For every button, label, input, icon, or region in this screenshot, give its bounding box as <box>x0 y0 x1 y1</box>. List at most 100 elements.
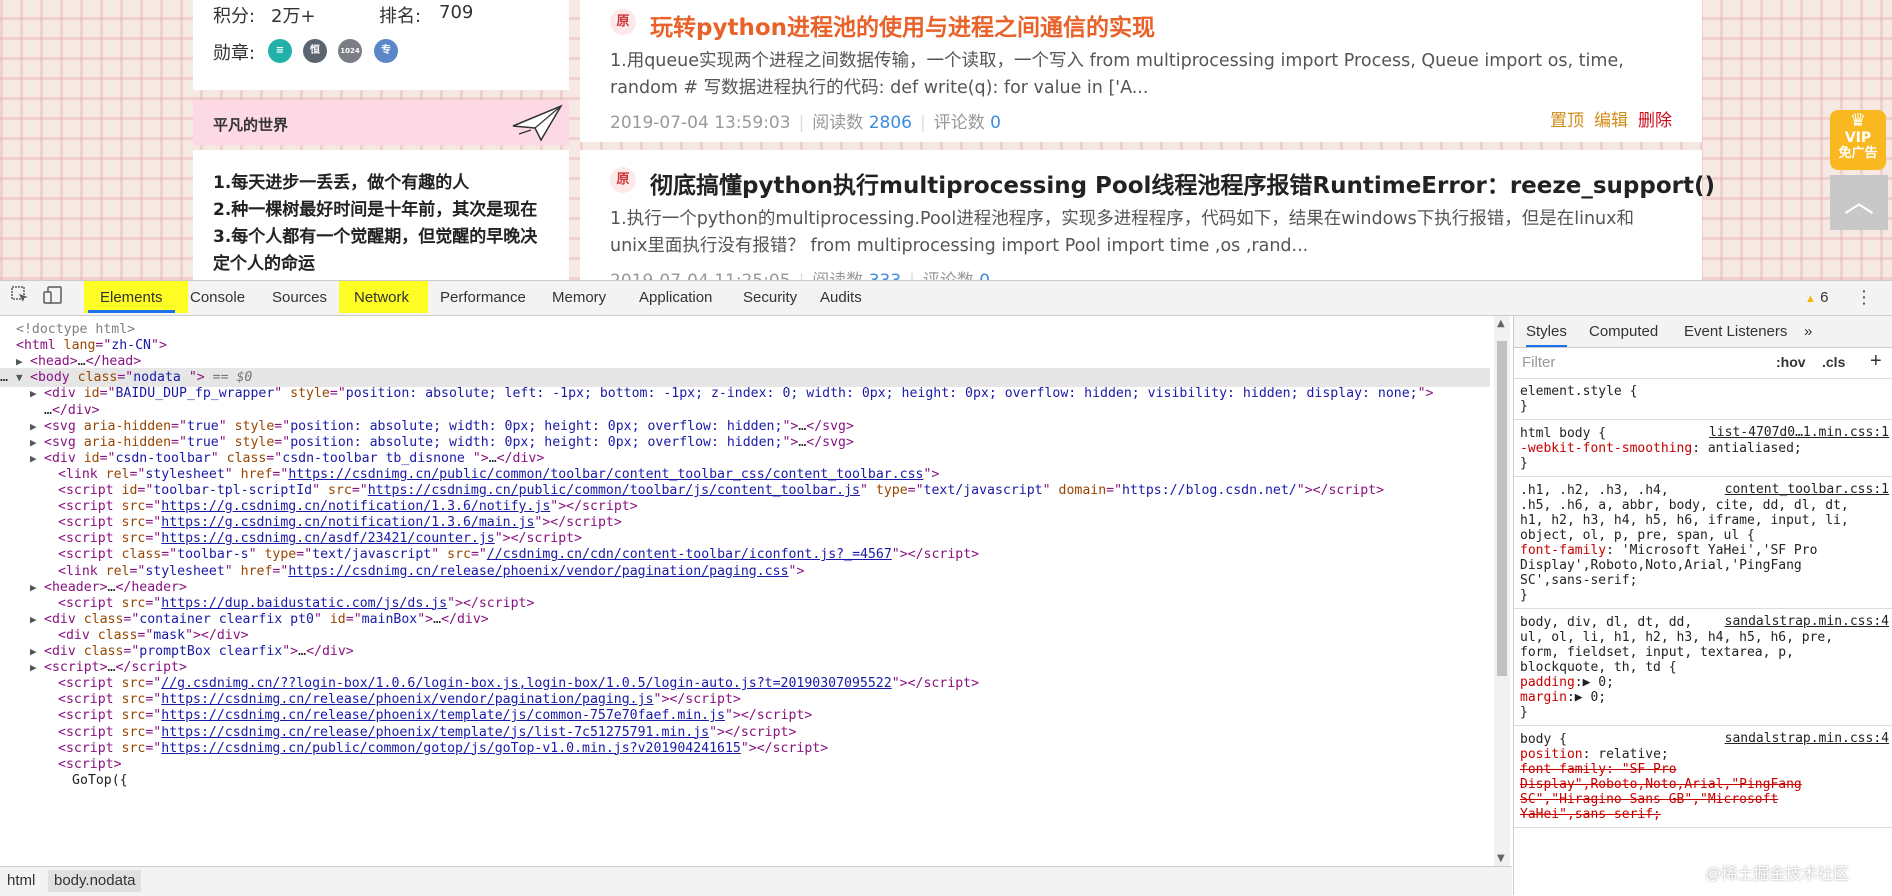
reads-count: 2806 <box>868 113 912 133</box>
expand-toggle-icon[interactable]: ▼ <box>16 368 23 387</box>
css-rule[interactable]: .h1, .h2, .h3, .h4, .h5, .h6, a, abbr, bo… <box>1514 478 1892 609</box>
points-label: 积分: <box>213 6 256 27</box>
rank-label: 排名: <box>379 6 422 27</box>
filter-input[interactable]: Filter <box>1522 354 1555 371</box>
new-rule-button[interactable]: + <box>1870 350 1882 373</box>
pin-button[interactable]: 置顶 <box>1550 111 1584 131</box>
article-title[interactable]: 彻底搞懂python执行multiprocessing Pool线程池程序报错R… <box>650 166 1715 200</box>
tab-computed[interactable]: Computed <box>1589 323 1658 340</box>
dom-tree-scrollbar[interactable]: ▲ ▼ <box>1494 316 1510 866</box>
css-rule-line: SC',sans-serif; <box>1520 573 1638 588</box>
tab-sources[interactable]: Sources <box>260 281 339 315</box>
tab-label: Network <box>354 289 410 306</box>
original-badge: 原 <box>610 167 636 193</box>
chevron-up-icon: ︿ <box>1844 185 1874 220</box>
tab-label: Sources <box>272 289 328 306</box>
expand-toggle-icon[interactable]: ▶ <box>30 610 37 629</box>
css-rule[interactable]: html body { -webkit-font-smoothing: anti… <box>1514 421 1892 477</box>
tab-performance[interactable]: Performance <box>428 281 538 315</box>
styles-pane: Styles Computed Event Listeners » Filter… <box>1513 316 1892 895</box>
tab-label: Security <box>743 289 798 306</box>
css-rule[interactable]: body { position: relative; font-family: … <box>1514 727 1892 828</box>
back-to-top-button[interactable]: ︿ <box>1830 175 1888 230</box>
tab-console[interactable]: Console <box>178 281 257 315</box>
delete-button[interactable]: 删除 <box>1638 111 1672 131</box>
medal-icon-3[interactable]: 1024 <box>338 39 362 63</box>
medal-icon-2[interactable]: 恒 <box>303 39 327 63</box>
medal-icon-1[interactable]: ≡ <box>268 39 292 63</box>
css-rule-line: } <box>1520 588 1528 603</box>
original-badge: 原 <box>610 9 636 35</box>
css-source-link[interactable]: sandalstrap.min.css:4 <box>1725 614 1889 629</box>
reads-count: 333 <box>869 271 901 280</box>
tab-styles[interactable]: Styles <box>1526 323 1567 347</box>
comments-label: 评论数 <box>923 271 974 280</box>
edit-button[interactable]: 编辑 <box>1594 111 1628 131</box>
article-date: 2019-07-04 13:59:03 <box>610 113 791 133</box>
comments-count: 0 <box>990 113 1001 133</box>
hover-state-toggle[interactable]: :hov <box>1776 354 1806 370</box>
article-meta: 2019-07-04 11:25:05|阅读数 333|评论数 0 <box>610 266 990 280</box>
tab-label: Audits <box>820 289 862 306</box>
styles-tabs: Styles Computed Event Listeners » <box>1514 316 1892 348</box>
vip-label: VIP <box>1844 130 1872 146</box>
article-desc: 1.执行一个python的multiprocessing.Pool进程池程序，实… <box>610 209 1634 256</box>
scroll-down-icon[interactable]: ▼ <box>1497 853 1505 864</box>
tab-security[interactable]: Security <box>731 281 809 315</box>
tab-network[interactable]: Network <box>342 281 421 315</box>
article-title[interactable]: 玩转python进程池的使用与进程之间通信的实现 <box>650 8 1155 42</box>
warnings-indicator[interactable]: ▲ 6 <box>1805 281 1828 316</box>
paper-plane-icon <box>512 104 563 142</box>
devtools-toolbar: Elements Console Sources Network Performance… <box>0 281 1892 316</box>
css-rule[interactable]: element.style {} <box>1514 379 1892 420</box>
device-toolbar-icon[interactable] <box>42 286 64 308</box>
tab-label: Elements <box>100 289 163 306</box>
expand-toggle-icon[interactable]: ▶ <box>30 384 37 403</box>
tab-label: Memory <box>552 289 607 306</box>
crown-icon: ♛ <box>1849 110 1867 131</box>
article-item[interactable]: 原 玩转python进程池的使用与进程之间通信的实现 1.用queue实现两个进… <box>580 0 1702 142</box>
breadcrumb-body[interactable]: body.nodata <box>48 870 142 892</box>
css-source-link[interactable]: list-4707d0…1.min.css:1 <box>1709 425 1889 440</box>
expand-toggle-icon[interactable]: ▶ <box>30 658 37 677</box>
tab-application[interactable]: Application <box>627 281 724 315</box>
tab-more-icon[interactable]: » <box>1804 323 1812 340</box>
comments-count: 0 <box>979 271 990 280</box>
class-toggle[interactable]: .cls <box>1822 354 1845 370</box>
article-desc: 1.用queue实现两个进程之间数据传输，一个读取，一个写入 from mult… <box>610 51 1624 98</box>
css-source-link[interactable]: content_toolbar.css:1 <box>1725 482 1889 497</box>
devtools-panel: Elements Console Sources Network Performance… <box>0 280 1892 896</box>
css-rule-line: YaHei",sans-serif; <box>1520 807 1661 822</box>
css-rule-line: margin:▶ 0; <box>1520 690 1607 705</box>
motto-card: 1.每天进步一丢丢，做个有趣的人 2.种一棵树最好时间是十年前，其次是现在 3.… <box>193 150 569 280</box>
world-title: 平凡的世界 <box>213 116 289 134</box>
tab-memory[interactable]: Memory <box>540 281 618 315</box>
expand-toggle-icon[interactable]: ▶ <box>30 449 37 468</box>
vip-sublabel: 免广告 <box>1838 146 1878 161</box>
css-rule-line: } <box>1520 705 1528 720</box>
motto-line-1: 1.每天进步一丢丢，做个有趣的人 <box>213 173 470 193</box>
css-rule-line: } <box>1520 399 1528 414</box>
scrollbar-thumb[interactable] <box>1497 341 1507 676</box>
vip-ad-free-button[interactable]: ♛ VIP 免广告 <box>1830 110 1886 170</box>
css-rule[interactable]: body, div, dl, dt, dd, ul, ol, li, h1, h2… <box>1514 610 1892 726</box>
dom-tree[interactable]: <!doctype html> <html lang="zh-CN"> ▶ <head… <box>0 316 1512 866</box>
more-options-icon[interactable]: ⋮ <box>1855 281 1873 315</box>
watermark: @稀土掘金技术社区 <box>1705 866 1850 883</box>
warnings-count: 6 <box>1820 289 1829 306</box>
medal-icon-4[interactable]: 专 <box>374 39 398 63</box>
expand-toggle-icon[interactable]: ▶ <box>30 578 37 597</box>
comments-label: 评论数 <box>933 113 985 133</box>
tab-label: Console <box>190 289 246 306</box>
inspect-element-icon[interactable] <box>9 286 31 308</box>
article-item[interactable]: 原 彻底搞懂python执行multiprocessing Pool线程池程序报… <box>580 150 1715 280</box>
tab-elements[interactable]: Elements <box>88 281 175 315</box>
breadcrumb-html[interactable]: html <box>7 872 35 889</box>
warning-icon: ▲ <box>1805 293 1816 305</box>
medals-label: 勋章: <box>213 43 256 64</box>
tab-audits[interactable]: Audits <box>808 281 874 315</box>
scroll-up-icon[interactable]: ▲ <box>1497 318 1505 329</box>
css-source-link[interactable]: sandalstrap.min.css:4 <box>1725 731 1889 746</box>
tab-event-listeners[interactable]: Event Listeners <box>1684 323 1787 340</box>
motto-line-3: 3.每个人都有一个觉醒期，但觉醒的早晚决 <box>213 227 538 247</box>
